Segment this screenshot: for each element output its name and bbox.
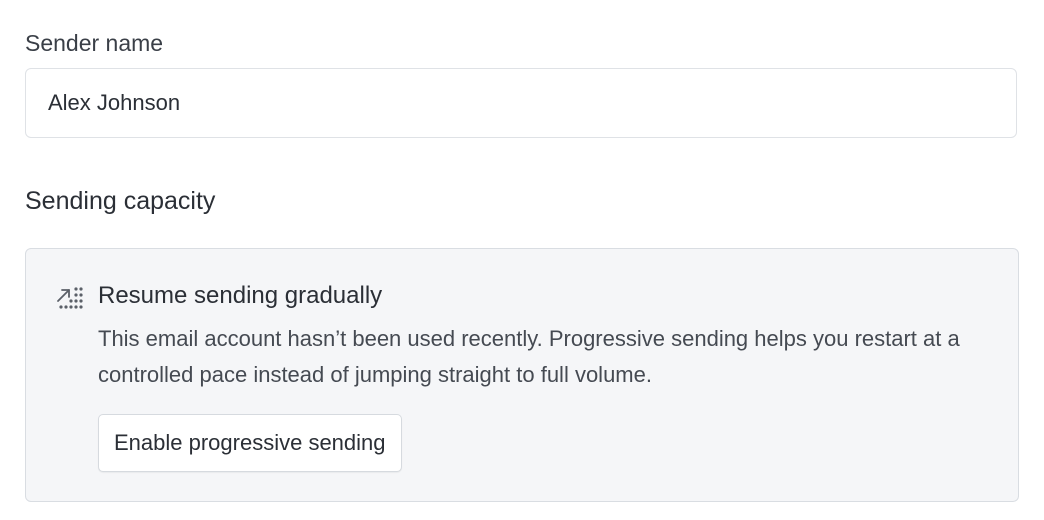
- progressive-ramp-icon: [56, 285, 84, 311]
- notice-title: Resume sending gradually: [98, 282, 383, 309]
- sender-name-input[interactable]: [25, 68, 1017, 138]
- sender-name-label: Sender name: [25, 30, 164, 56]
- sending-capacity-heading: Sending capacity: [25, 187, 216, 215]
- progressive-sending-notice: Resume sending gradually This email acco…: [25, 248, 1019, 502]
- notice-description: This email account hasn’t been used rece…: [98, 326, 960, 387]
- enable-progressive-sending-button[interactable]: Enable progressive sending: [98, 414, 402, 472]
